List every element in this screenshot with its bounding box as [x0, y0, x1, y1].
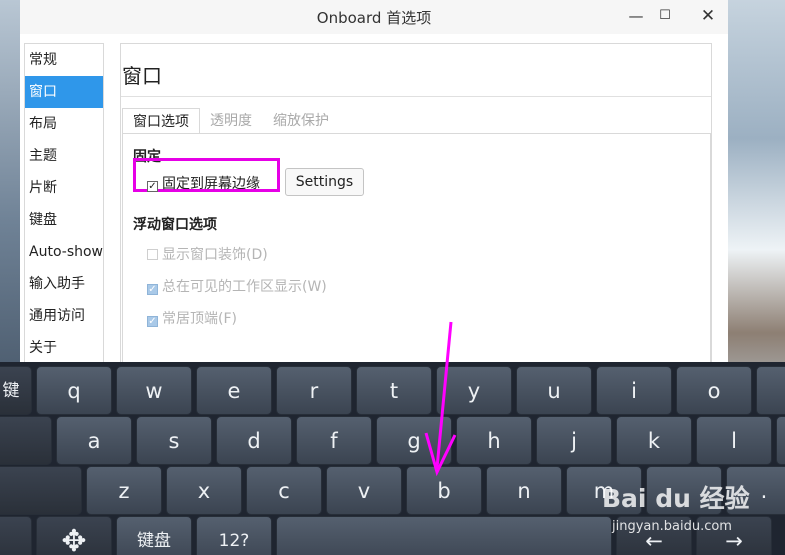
- key-d[interactable]: d: [216, 416, 292, 465]
- window-title: Onboard 首选项: [316, 9, 432, 27]
- key-s[interactable]: s: [136, 416, 212, 465]
- key-e[interactable]: e: [196, 366, 272, 415]
- settings-button[interactable]: Settings: [285, 168, 364, 196]
- key-y[interactable]: y: [436, 366, 512, 415]
- always-on-top-checkbox[interactable]: ✓ 常居顶端(F): [147, 308, 237, 328]
- key-bottom-left[interactable]: [0, 516, 32, 555]
- tab-auto-hide-protection[interactable]: 缩放保护: [263, 108, 339, 134]
- key-keyboard-partial[interactable]: 键: [0, 366, 32, 415]
- key-numbers[interactable]: 12?: [196, 516, 272, 555]
- key-space[interactable]: [276, 516, 612, 555]
- key-m[interactable]: m: [566, 466, 642, 515]
- visible-workarea-label: 总在可见的工作区显示(W): [162, 279, 327, 295]
- minimize-button[interactable]: —: [624, 4, 648, 28]
- sidebar-item-layout[interactable]: 布局: [25, 108, 103, 140]
- key-v[interactable]: v: [326, 466, 402, 515]
- checkbox-unchecked-icon: [147, 249, 158, 260]
- sidebar-item-universal-access[interactable]: 通用访问: [25, 300, 103, 332]
- key-f[interactable]: f: [296, 416, 372, 465]
- checkbox-checked-icon: ✓: [147, 316, 158, 327]
- key-c[interactable]: c: [246, 466, 322, 515]
- sidebar-item-general[interactable]: 常规: [25, 44, 103, 76]
- sidebar-item-keyboard[interactable]: 键盘: [25, 204, 103, 236]
- always-on-top-label: 常居顶端(F): [162, 311, 237, 327]
- page-title: 窗口: [122, 64, 162, 88]
- key-o[interactable]: o: [676, 366, 752, 415]
- arrow-left-icon[interactable]: ←: [616, 516, 692, 555]
- visible-workarea-checkbox[interactable]: ✓ 总在可见的工作区显示(W): [147, 276, 327, 296]
- sidebar: 常规 窗口 布局 主题 片断 键盘 Auto-show 输入助手 通用访问 关于: [24, 43, 104, 370]
- tab-transparency[interactable]: 透明度: [200, 108, 262, 134]
- key-edge-right[interactable]: [776, 416, 785, 465]
- key-i[interactable]: i: [596, 366, 672, 415]
- key-a[interactable]: a: [56, 416, 132, 465]
- key-j[interactable]: j: [536, 416, 612, 465]
- sidebar-item-typing-assistance[interactable]: 输入助手: [25, 268, 103, 300]
- title-bar[interactable]: Onboard 首选项 — ☐ ✕: [20, 0, 728, 34]
- preferences-window: Onboard 首选项 — ☐ ✕ 常规 窗口 布局 主题 片断 键盘 Auto…: [20, 0, 728, 371]
- sidebar-item-auto-show[interactable]: Auto-show: [25, 236, 103, 268]
- checkbox-checked-icon: ✓: [147, 284, 158, 295]
- maximize-button[interactable]: ☐: [653, 4, 677, 28]
- floating-heading: 浮动窗口选项: [133, 217, 217, 233]
- close-button[interactable]: ✕: [696, 4, 720, 28]
- key-r[interactable]: r: [276, 366, 352, 415]
- key-shift[interactable]: [0, 466, 82, 515]
- key-x[interactable]: x: [166, 466, 242, 515]
- key-z[interactable]: z: [86, 466, 162, 515]
- dock-to-edge-label: 固定到屏幕边缘: [162, 176, 260, 192]
- sidebar-item-about[interactable]: 关于: [25, 332, 103, 364]
- key-g[interactable]: g: [376, 416, 452, 465]
- key-u[interactable]: u: [516, 366, 592, 415]
- move-icon[interactable]: ✥: [36, 516, 112, 555]
- title-divider: [121, 96, 711, 97]
- key-layout-switch[interactable]: 键盘: [116, 516, 192, 555]
- key-comma[interactable]: [646, 466, 722, 515]
- settings-panel: 窗口 窗口选项 透明度 缩放保护 固定 ✓ 固定到屏幕边缘 Settings 浮动…: [120, 43, 712, 371]
- sidebar-item-theme[interactable]: 主题: [25, 140, 103, 172]
- key-t[interactable]: t: [356, 366, 432, 415]
- key-h[interactable]: h: [456, 416, 532, 465]
- dock-to-edge-checkbox[interactable]: ✓ 固定到屏幕边缘: [147, 173, 260, 193]
- onscreen-keyboard: 键 q w e r t y u i o a s d f g h j k l z …: [0, 362, 785, 555]
- key-n[interactable]: n: [486, 466, 562, 515]
- key-b[interactable]: b: [406, 466, 482, 515]
- checkbox-checked-icon: ✓: [147, 181, 158, 192]
- show-decoration-label: 显示窗口装饰(D): [162, 247, 268, 263]
- sidebar-item-window[interactable]: 窗口: [25, 76, 103, 108]
- show-decoration-checkbox[interactable]: 显示窗口装饰(D): [147, 244, 268, 264]
- key-edge-left[interactable]: [0, 416, 52, 465]
- key-period[interactable]: .: [726, 466, 785, 515]
- tab-content: 固定 ✓ 固定到屏幕边缘 Settings 浮动窗口选项 显示窗口装饰(D) ✓ 总…: [122, 134, 711, 371]
- key-p-partial[interactable]: [756, 366, 785, 415]
- key-k[interactable]: k: [616, 416, 692, 465]
- key-l[interactable]: l: [696, 416, 772, 465]
- tab-window-options[interactable]: 窗口选项: [122, 108, 200, 134]
- arrow-right-icon[interactable]: →: [696, 516, 772, 555]
- key-q[interactable]: q: [36, 366, 112, 415]
- sidebar-item-snippets[interactable]: 片断: [25, 172, 103, 204]
- key-w[interactable]: w: [116, 366, 192, 415]
